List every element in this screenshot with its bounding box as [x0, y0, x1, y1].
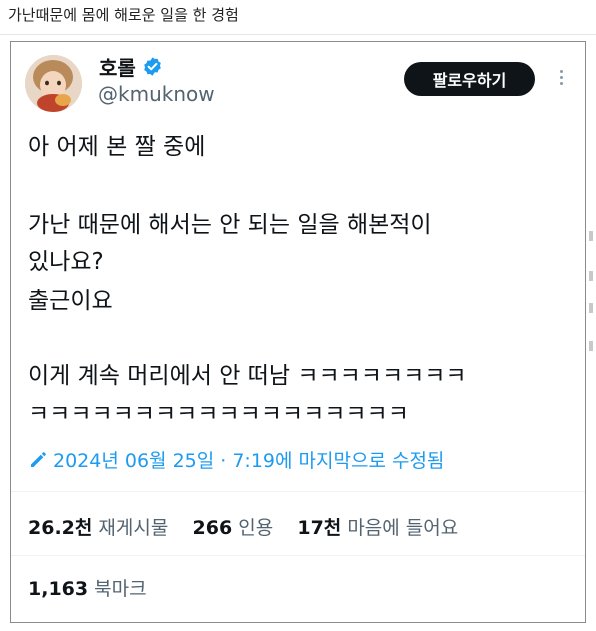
- edited-timestamp[interactable]: 2024년 06월 25일 · 7:19에 마지막으로 수정됨: [28, 446, 444, 473]
- tweet-text-line: ㅋㅋㅋㅋㅋㅋㅋㅋㅋㅋㅋㅋㅋㅋㅋㅋㅋㅋ: [28, 401, 409, 427]
- bookmarks-count: 1,163: [28, 578, 89, 600]
- title-divider: [0, 34, 596, 35]
- tweet-text-line: 출근이요: [28, 288, 113, 314]
- more-options-icon[interactable]: [554, 67, 568, 93]
- tweet-card: 호롤 @kmuknow 팔로우하기 아 어제 본 짤 중에 가난 때문에 해서는…: [10, 41, 586, 623]
- bookmarks-label: 북마크: [94, 578, 147, 600]
- divider: [11, 555, 585, 556]
- verified-badge-icon: [142, 56, 163, 77]
- follow-button[interactable]: 팔로우하기: [404, 62, 535, 96]
- likes-count[interactable]: 17천: [297, 517, 341, 539]
- bookmarks-stat[interactable]: 1,163 북마크: [28, 574, 147, 601]
- edited-text: 2024년 06월 25일 · 7:19에 마지막으로 수정됨: [53, 450, 445, 472]
- author-handle[interactable]: @kmuknow: [98, 82, 215, 106]
- author-row: 호롤: [99, 52, 163, 81]
- quotes-count[interactable]: 266: [193, 517, 233, 539]
- engagement-stats: 26.2천 재게시물 266 인용 17천 마음에 들어요: [28, 513, 458, 540]
- right-edge-scrollbar[interactable]: [587, 41, 596, 631]
- divider: [11, 491, 585, 492]
- edit-pencil-icon: [28, 450, 48, 470]
- likes-label[interactable]: 마음에 들어요: [347, 517, 458, 539]
- retweets-label[interactable]: 재게시물: [98, 517, 168, 539]
- page-title: 가난때문에 몸에 해로운 일을 한 경험: [8, 6, 239, 24]
- avatar[interactable]: [25, 55, 82, 112]
- tweet-text-line: 가난 때문에 해서는 안 되는 일을 해본적이: [28, 212, 432, 238]
- tweet-text-line: 이게 계속 머리에서 안 떠남 ㅋㅋㅋㅋㅋㅋㅋㅋ: [28, 363, 467, 389]
- author-name[interactable]: 호롤: [99, 52, 136, 81]
- tweet-text-line: 아 어제 본 짤 중에: [28, 134, 206, 160]
- tweet-text-line: 있나요?: [28, 249, 104, 275]
- quotes-label[interactable]: 인용: [238, 517, 273, 539]
- retweets-count[interactable]: 26.2천: [28, 517, 92, 539]
